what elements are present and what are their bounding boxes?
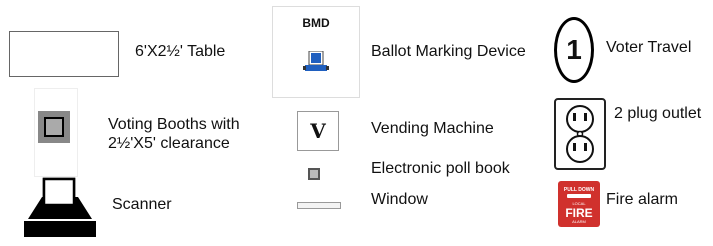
outlet-label: 2 plug outlet [614,105,702,122]
voting-booth-icon [38,111,70,143]
scanner-icon [24,177,96,237]
voting-booth-label-line1: Voting Booths with [108,116,240,133]
bmd-symbol: BMD [272,6,360,98]
fire-alarm-icon: PULL DOWN LOCAL FIRE ALARM [558,181,600,227]
voting-booth-label-line2: 2½'X5' clearance [108,135,230,152]
voter-travel-symbol: 1 [554,17,594,83]
vending-machine-label: Vending Machine [371,120,494,137]
table-label: 6'X2½' Table [135,43,226,60]
bmd-device-icon [303,51,329,71]
voter-travel-label: Voter Travel [606,39,692,56]
scanner-label: Scanner [112,196,172,213]
fire-alarm-sign-top: PULL DOWN [563,187,595,193]
window-symbol [297,202,341,209]
bmd-symbol-text: BMD [302,16,330,30]
fire-alarm-sign-word: FIRE [565,206,593,220]
fire-alarm-label: Fire alarm [606,191,679,208]
outlet-icon [554,98,606,170]
bmd-label: Ballot Marking Device [371,43,526,60]
window-label: Window [371,191,428,208]
poll-book-label: Electronic poll book [371,160,510,177]
table-symbol [9,31,119,77]
fire-alarm-sign-bottom: ALARM [572,219,586,224]
vending-machine-symbol: V [297,111,339,151]
poll-book-icon [308,168,320,180]
